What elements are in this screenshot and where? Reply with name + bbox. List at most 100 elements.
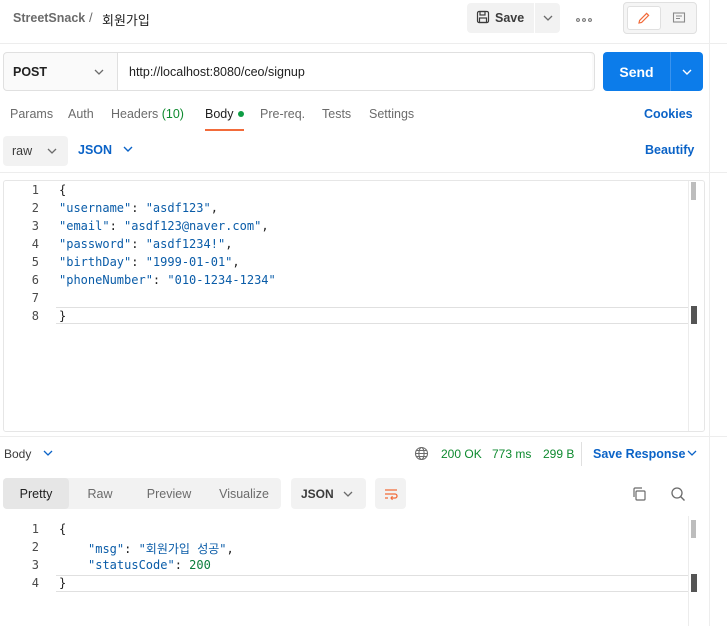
code-line: "password": "asdf1234!", [59, 237, 233, 251]
pencil-icon [638, 12, 650, 24]
breadcrumb-separator: / [89, 10, 93, 25]
tab-settings[interactable]: Settings [369, 107, 414, 121]
json-value: "010-1234-1234" [167, 273, 276, 287]
more-options-button[interactable] [571, 9, 597, 27]
tab-body[interactable]: Body [205, 107, 234, 121]
body-language-select[interactable]: JSON [78, 143, 112, 157]
request-body-editor[interactable] [3, 180, 705, 432]
request-bar: POST http://localhost:8080/ceo/signup [3, 52, 595, 91]
method-label: POST [13, 64, 48, 79]
code-line: "username": "asdf123", [59, 201, 218, 215]
save-icon [476, 10, 490, 27]
json-value: "회원가입 성공" [138, 542, 227, 556]
tab-tests[interactable]: Tests [322, 107, 351, 121]
breadcrumb-collection[interactable]: StreetSnack [13, 11, 85, 25]
save-options-button[interactable] [535, 3, 560, 33]
line-number: 4 [31, 576, 39, 590]
copy-icon[interactable] [631, 486, 647, 502]
line-number: 3 [31, 219, 39, 233]
tab-pretty[interactable]: Pretty [3, 478, 69, 509]
response-size[interactable]: 299 B [543, 447, 574, 461]
body-mode-select[interactable]: raw [3, 136, 68, 166]
code-open-brace: { [59, 522, 67, 536]
chevron-down-icon [94, 69, 104, 75]
chevron-down-icon[interactable] [123, 146, 133, 152]
line-number: 2 [31, 540, 39, 554]
json-value: 200 [189, 558, 211, 572]
json-key: "username" [59, 201, 132, 215]
json-key: "msg" [88, 542, 125, 556]
response-section-select[interactable]: Body [4, 447, 31, 461]
code-line: "birthDay": "1999-01-01", [59, 255, 240, 269]
json-value: "1999-01-01" [145, 255, 233, 269]
tab-raw[interactable]: Raw [69, 478, 131, 509]
json-key: "birthDay" [59, 255, 132, 269]
documentation-mode-button[interactable] [664, 6, 694, 30]
response-scrollbar[interactable] [691, 520, 696, 538]
active-tab-underline [205, 129, 244, 131]
chevron-down-icon[interactable] [687, 450, 697, 456]
tab-params[interactable]: Params [10, 107, 53, 121]
line-number: 8 [31, 309, 39, 323]
code-line: "statusCode": 200 [88, 558, 211, 572]
code-close-brace: } [59, 576, 67, 590]
save-button-group: Save [467, 3, 560, 33]
tab-auth[interactable]: Auth [68, 107, 94, 121]
json-key: "email" [59, 219, 110, 233]
tab-visualize[interactable]: Visualize [207, 478, 281, 509]
editor-scrollbar-track [688, 516, 689, 626]
line-number: 4 [31, 237, 39, 251]
more-icon [576, 18, 592, 22]
editor-scrollbar-track [688, 181, 689, 431]
body-indicator-dot [238, 111, 244, 117]
url-input[interactable]: http://localhost:8080/ceo/signup [118, 53, 592, 90]
headers-count-badge: (10) [161, 107, 184, 121]
line-number: 5 [31, 255, 39, 269]
chevron-down-icon [343, 491, 353, 497]
view-mode-toggle [623, 2, 697, 34]
chevron-down-icon [543, 15, 552, 21]
beautify-button[interactable]: Beautify [645, 143, 694, 157]
divider [0, 172, 727, 173]
edit-mode-button[interactable] [627, 6, 661, 30]
divider [581, 442, 582, 466]
response-format-select[interactable]: JSON [291, 478, 366, 509]
top-bar: StreetSnack / 회원가입 Save [0, 0, 727, 44]
save-response-button[interactable]: Save Response [593, 447, 685, 461]
send-options-button[interactable] [671, 52, 703, 91]
save-button[interactable]: Save [467, 3, 534, 33]
editor-cursor-marker [691, 306, 697, 324]
chevron-down-icon[interactable] [43, 450, 53, 456]
json-key: "password" [59, 237, 132, 251]
editor-scrollbar[interactable] [691, 182, 696, 200]
response-status[interactable]: 200 OK [441, 447, 482, 461]
response-time[interactable]: 773 ms [492, 447, 531, 461]
code-line: "email": "asdf123@naver.com", [59, 219, 269, 233]
globe-icon[interactable] [414, 446, 429, 461]
tab-headers[interactable]: Headers (10) [111, 107, 184, 121]
code-line: "phoneNumber": "010-1234-1234" [59, 273, 276, 287]
current-line-highlight [56, 307, 689, 324]
tab-preview[interactable]: Preview [131, 478, 207, 509]
method-select[interactable]: POST [4, 53, 118, 90]
send-button[interactable]: Send [603, 52, 670, 91]
response-view-tabs: Pretty Raw Preview Visualize [3, 478, 281, 509]
cookies-link[interactable]: Cookies [644, 107, 693, 121]
send-button-group: Send [603, 52, 703, 91]
wrap-lines-button[interactable] [375, 478, 406, 509]
chevron-down-icon [47, 148, 57, 154]
tab-headers-label: Headers [111, 107, 159, 121]
line-number: 2 [31, 201, 39, 215]
search-icon[interactable] [670, 486, 686, 502]
code-line: "msg": "회원가입 성공", [88, 542, 234, 556]
json-value: "asdf1234!" [145, 237, 226, 251]
code-open-brace: { [59, 183, 67, 197]
editor-cursor-marker [691, 574, 697, 592]
tab-prereq[interactable]: Pre-req. [260, 107, 305, 121]
json-key: "phoneNumber" [59, 273, 153, 287]
wrap-lines-icon [384, 488, 398, 500]
request-title[interactable]: 회원가입 [102, 10, 150, 29]
json-key: "statusCode" [88, 558, 175, 572]
line-number: 1 [31, 183, 39, 197]
window-edge [709, 0, 710, 626]
